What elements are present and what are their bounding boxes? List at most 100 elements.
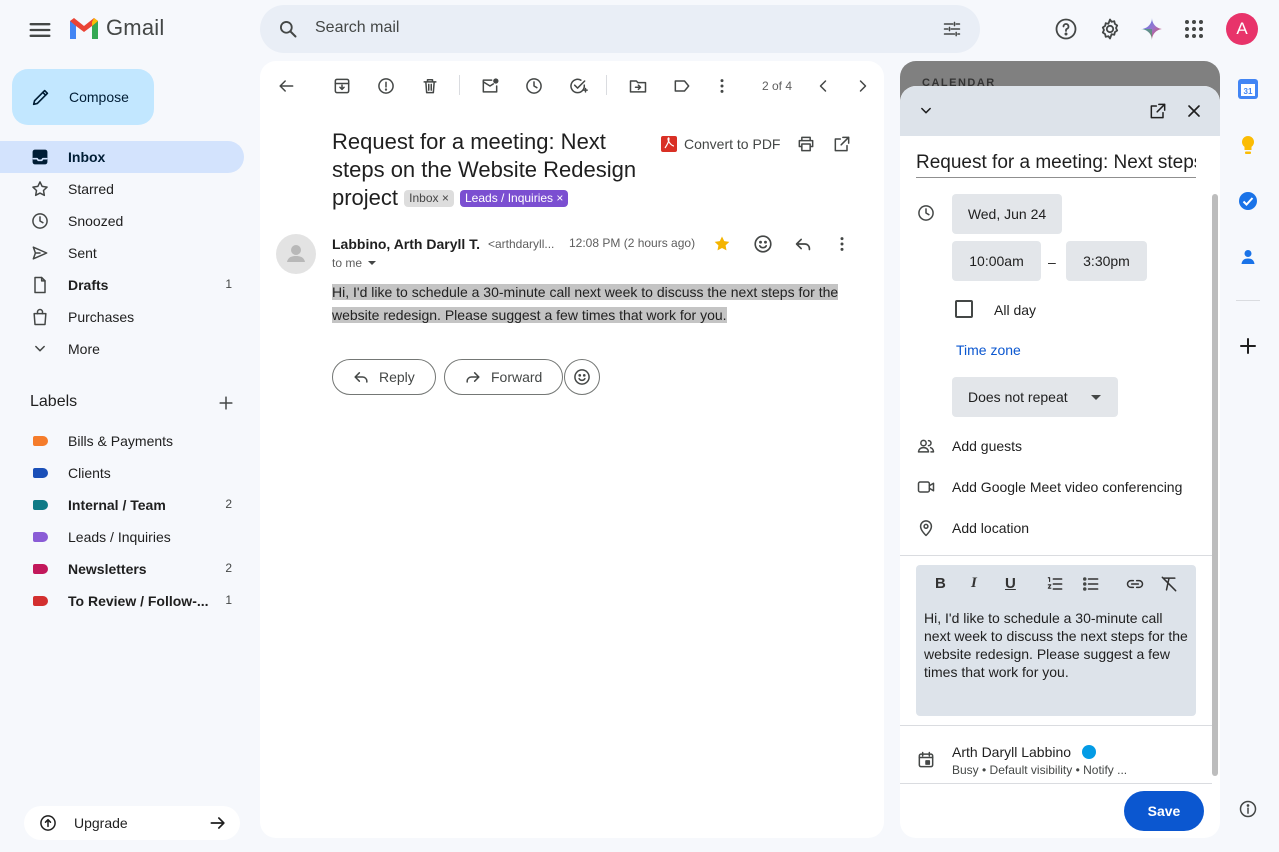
- open-in-new-icon[interactable]: [1148, 101, 1168, 121]
- star-filled-icon[interactable]: [712, 234, 732, 254]
- label-item[interactable]: To Review / Follow-... 1: [0, 585, 244, 617]
- report-spam-icon[interactable]: [376, 76, 396, 96]
- search-options-icon[interactable]: [942, 19, 962, 39]
- help-icon[interactable]: [1054, 17, 1078, 41]
- pdf-icon: [661, 136, 677, 152]
- gmail-logo[interactable]: Gmail: [68, 15, 164, 41]
- sender-name: Labbino, Arth Daryll T.: [332, 236, 481, 252]
- repeat-dropdown[interactable]: Does not repeat: [952, 377, 1118, 417]
- snooze-clock-icon[interactable]: [524, 76, 544, 96]
- add-label-icon[interactable]: [216, 393, 236, 413]
- label-color-tag-icon: [33, 564, 48, 574]
- underline-icon[interactable]: U: [1005, 575, 1016, 592]
- nav-item-purchases[interactable]: Purchases: [0, 301, 244, 333]
- time-zone-link[interactable]: Time zone: [956, 342, 1021, 358]
- clock-icon: [918, 205, 934, 221]
- shopping-bag-icon: [33, 308, 47, 326]
- sender-email: <arthdaryll...: [488, 237, 555, 251]
- nav-item-snoozed[interactable]: Snoozed: [0, 205, 244, 237]
- add-guests-field[interactable]: Add guests: [952, 438, 1022, 454]
- clock-icon: [32, 213, 48, 229]
- inbox-chip[interactable]: Inbox ×: [404, 190, 454, 207]
- forward-button[interactable]: Forward: [444, 359, 564, 395]
- nav-item-drafts[interactable]: Drafts 1: [0, 269, 244, 301]
- caret-down-icon: [368, 261, 377, 265]
- label-name: Bills & Payments: [68, 433, 174, 449]
- chevron-right-icon[interactable]: [853, 76, 873, 96]
- search-icon[interactable]: [278, 19, 298, 39]
- close-icon[interactable]: [1184, 101, 1204, 121]
- label-color-tag-icon: [33, 532, 48, 542]
- search-input[interactable]: Search mail: [315, 19, 399, 37]
- insert-link-icon[interactable]: [1125, 574, 1145, 594]
- label-tag-icon[interactable]: [672, 76, 692, 96]
- emoji-reaction-icon[interactable]: [752, 233, 774, 255]
- email-body: Hi, I'd like to schedule a 30-minute cal…: [332, 281, 852, 327]
- nav-item-inbox[interactable]: Inbox: [0, 141, 244, 173]
- label-item[interactable]: Clients: [0, 457, 244, 489]
- keep-notes-icon[interactable]: [1236, 133, 1260, 157]
- add-task-icon[interactable]: [568, 76, 588, 96]
- panel-scrollbar[interactable]: [1212, 194, 1218, 776]
- label-color-tag-icon: [33, 468, 48, 478]
- calendar-owner-name[interactable]: Arth Daryll Labbino: [952, 744, 1071, 760]
- search-bar[interactable]: Search mail: [260, 5, 980, 53]
- numbered-list-icon[interactable]: [1045, 574, 1065, 594]
- account-avatar[interactable]: A: [1226, 13, 1258, 45]
- gemini-sparkle-icon[interactable]: [1140, 17, 1164, 41]
- convert-to-pdf-button[interactable]: Convert to PDF: [660, 135, 780, 153]
- all-day-checkbox[interactable]: [955, 300, 973, 318]
- move-to-folder-icon[interactable]: [628, 76, 648, 96]
- add-meet-button[interactable]: Add Google Meet video conferencing: [952, 479, 1182, 495]
- nav-label: More: [68, 341, 100, 357]
- archive-icon[interactable]: [332, 76, 352, 96]
- label-item[interactable]: Newsletters 2: [0, 553, 244, 585]
- delete-trash-icon[interactable]: [420, 76, 440, 96]
- chevron-left-icon[interactable]: [813, 76, 833, 96]
- nav-item-starred[interactable]: Starred: [0, 173, 244, 205]
- settings-gear-icon[interactable]: [1098, 17, 1122, 41]
- collapse-chevron-icon[interactable]: [916, 101, 936, 121]
- gmail-m-icon: [70, 18, 98, 39]
- section-divider: [900, 725, 1212, 726]
- more-vertical-icon[interactable]: [832, 234, 852, 254]
- contacts-icon[interactable]: [1236, 245, 1260, 269]
- end-time-field[interactable]: 3:30pm: [1066, 241, 1147, 281]
- info-icon[interactable]: [1238, 799, 1258, 819]
- add-addon-plus-icon[interactable]: [1236, 334, 1260, 358]
- bullet-list-icon[interactable]: [1081, 574, 1101, 594]
- italic-icon[interactable]: I: [971, 575, 977, 592]
- label-item[interactable]: Bills & Payments: [0, 425, 244, 457]
- calendar-app-icon[interactable]: 31: [1236, 77, 1260, 101]
- description-editor[interactable]: B I U Hi, I'd like to schedule a 30-minu…: [916, 565, 1196, 716]
- nav-item-more[interactable]: More: [0, 333, 244, 365]
- bold-icon[interactable]: B: [935, 575, 946, 592]
- reply-button[interactable]: Reply: [332, 359, 436, 395]
- event-date-field[interactable]: Wed, Jun 24: [952, 194, 1062, 234]
- tasks-icon[interactable]: [1236, 189, 1260, 213]
- email-view: 2 of 4 Request for a meeting: Next steps…: [260, 61, 884, 838]
- label-item[interactable]: Internal / Team 2: [0, 489, 244, 521]
- upgrade-button[interactable]: Upgrade: [24, 806, 240, 840]
- main-menu-button[interactable]: [26, 16, 54, 44]
- description-text[interactable]: Hi, I'd like to schedule a 30-minute cal…: [924, 609, 1188, 681]
- pencil-icon: [32, 89, 49, 106]
- print-icon[interactable]: [796, 134, 816, 154]
- label-item[interactable]: Leads / Inquiries: [0, 521, 244, 553]
- compose-button[interactable]: Compose: [12, 69, 154, 125]
- add-location-field[interactable]: Add location: [952, 520, 1029, 536]
- nav-item-sent[interactable]: Sent: [0, 237, 244, 269]
- mark-unread-icon[interactable]: [480, 76, 500, 96]
- leads-label-chip[interactable]: Leads / Inquiries ×: [460, 190, 569, 207]
- reply-icon[interactable]: [792, 233, 814, 255]
- save-button[interactable]: Save: [1124, 791, 1204, 831]
- google-apps-icon[interactable]: [1184, 19, 1204, 39]
- clear-formatting-icon[interactable]: [1159, 574, 1179, 594]
- start-time-field[interactable]: 10:00am: [952, 241, 1041, 281]
- recipient-details[interactable]: to me: [332, 256, 378, 270]
- back-arrow-icon[interactable]: [276, 76, 296, 96]
- open-new-window-icon[interactable]: [832, 134, 852, 154]
- more-vertical-icon[interactable]: [712, 76, 732, 96]
- emoji-react-button[interactable]: [564, 359, 600, 395]
- event-title-input[interactable]: Request for a meeting: Next steps on the…: [916, 152, 1196, 178]
